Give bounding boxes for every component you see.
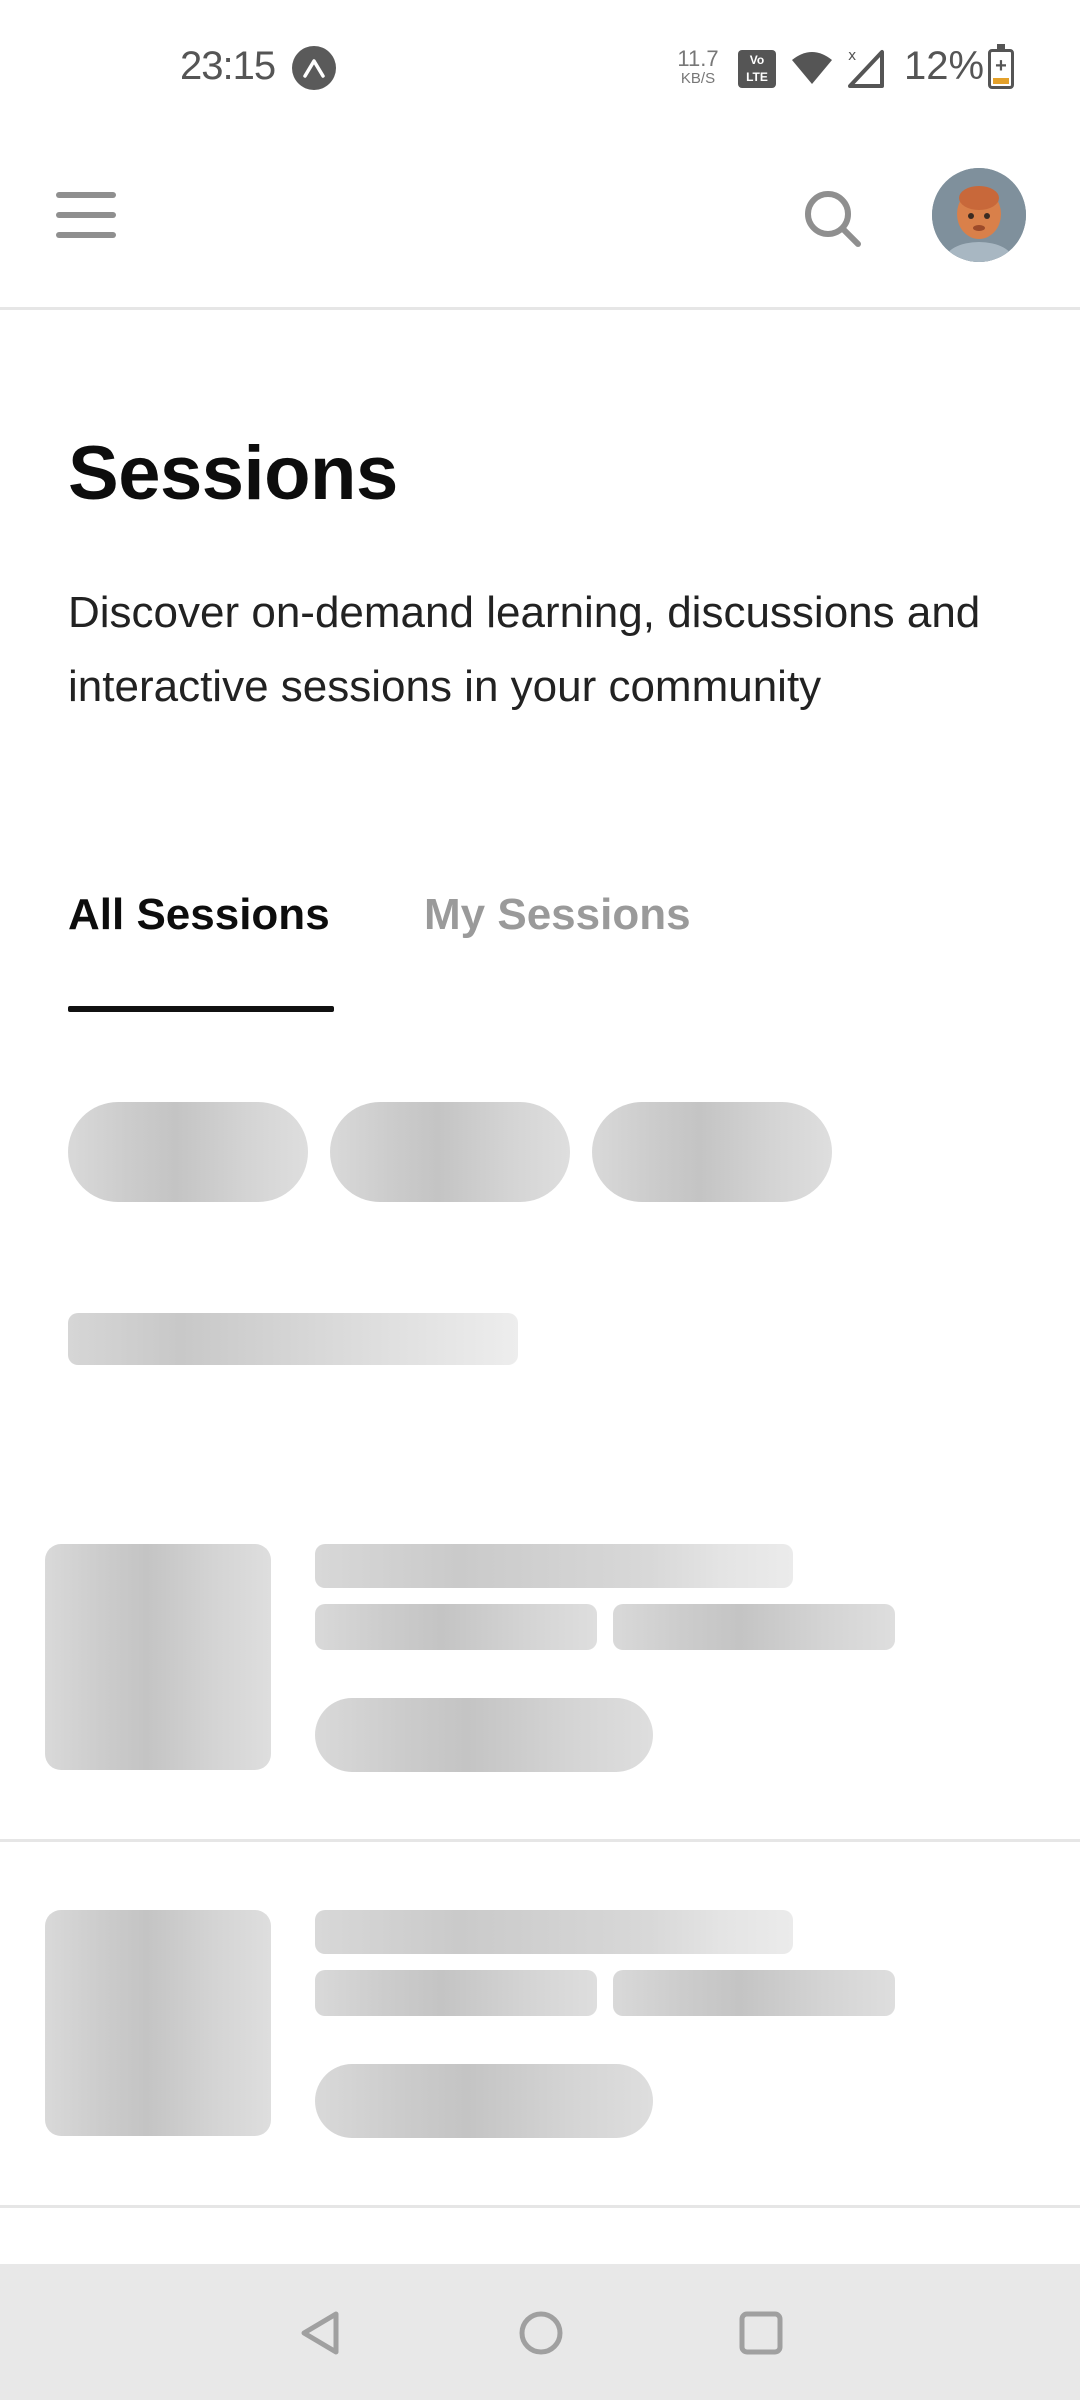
skeleton-thumbnail [45, 1910, 271, 2136]
page-description: Discover on-demand learning, discussions… [68, 588, 981, 711]
skeleton-section-heading [68, 1313, 518, 1365]
nav-recents-icon[interactable] [738, 2310, 784, 2361]
network-speed-value: 11.7 [677, 46, 719, 71]
app-header [0, 136, 1080, 310]
volte-icon: Vo LTE [738, 50, 776, 88]
battery-percent: 12% [904, 44, 985, 88]
skeleton-session-card [0, 1476, 1080, 1842]
svg-text:x: x [848, 48, 856, 64]
skeleton-action-pill [315, 2064, 653, 2138]
skeleton-meta-line [613, 1604, 895, 1650]
skeleton-meta-line [315, 1970, 597, 2016]
active-tab-indicator [68, 1006, 334, 1012]
skeleton-meta-line [613, 1970, 895, 2016]
nav-home-icon[interactable] [516, 2308, 566, 2363]
skeleton-thumbnail [45, 1544, 271, 1770]
skeleton-meta-line [315, 1604, 597, 1650]
cell-signal-icon: x [846, 46, 886, 95]
skeleton-session-card [0, 1842, 1080, 2208]
wifi-icon [790, 48, 834, 91]
network-speed: 11.7 KB/S [676, 46, 720, 87]
page-title: Sessions [68, 431, 398, 516]
skeleton-filter-chip [592, 1102, 832, 1202]
skeleton-title-line [315, 1544, 793, 1588]
status-time: 23:15 [180, 44, 276, 88]
tab-all-sessions[interactable]: All Sessions [68, 890, 330, 940]
skeleton-title-line [315, 1910, 793, 1954]
hamburger-menu-icon[interactable] [56, 192, 118, 242]
search-icon[interactable] [800, 186, 866, 252]
status-bar: 23:15 11.7 KB/S Vo LTE x 12% + [0, 0, 1080, 136]
skeleton-filter-chip [330, 1102, 570, 1202]
network-speed-unit: KB/S [680, 70, 716, 87]
charging-plus-glyph: + [995, 55, 1007, 77]
skeleton-filter-chip [68, 1102, 308, 1202]
skeleton-action-pill [315, 1698, 653, 1772]
nova-launcher-icon [292, 46, 336, 90]
system-nav-bar [0, 2264, 1080, 2400]
battery-charging-icon: + [988, 44, 1014, 89]
tab-my-sessions[interactable]: My Sessions [424, 890, 691, 940]
user-avatar[interactable] [932, 168, 1026, 262]
session-tabs: All Sessions My Sessions [0, 890, 1080, 1014]
nav-back-icon[interactable] [296, 2308, 346, 2363]
battery-level-fill [993, 78, 1009, 84]
